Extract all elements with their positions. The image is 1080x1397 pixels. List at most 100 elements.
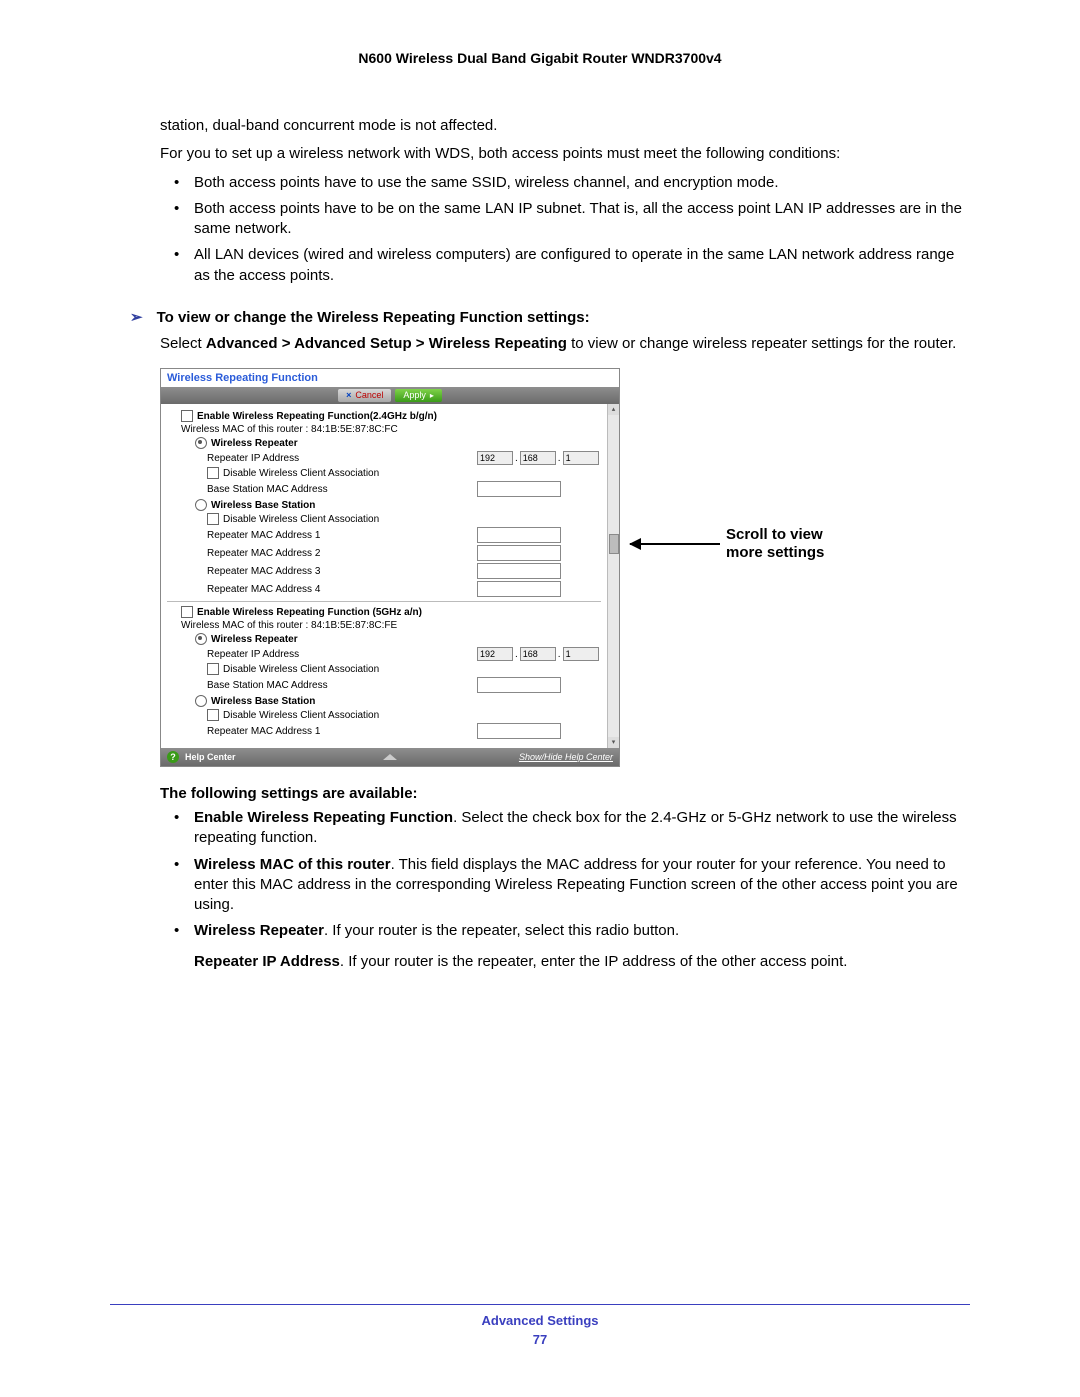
ui-title: Wireless Repeating Function — [161, 369, 619, 387]
screenshot: Wireless Repeating Function × Cancel Appl… — [160, 368, 950, 767]
condition-1: Both access points have to use the same … — [170, 173, 970, 193]
ip5-b[interactable] — [520, 647, 556, 661]
basemac-24-row: Base Station MAC Address — [167, 481, 601, 497]
footer-title: Advanced Settings — [110, 1313, 970, 1328]
rmac1-5-input[interactable] — [477, 723, 561, 739]
footer: Advanced Settings 77 — [110, 1304, 970, 1347]
disable-assoc-5a-row: Disable Wireless Client Association — [167, 663, 601, 675]
mac-5-label: Wireless MAC of this router : 84:1B:5E:8… — [181, 620, 397, 631]
help-icon[interactable]: ? — [167, 751, 179, 763]
procedure-heading-text: To view or change the Wireless Repeating… — [157, 309, 590, 326]
rmac1-24-input[interactable] — [477, 527, 561, 543]
basemac-5-label: Base Station MAC Address — [207, 680, 477, 691]
button-bar: × Cancel Apply▸ — [161, 387, 619, 404]
ip24-a[interactable] — [477, 451, 513, 465]
setting-1: Enable Wireless Repeating Function. Sele… — [170, 808, 970, 849]
settings-list: Enable Wireless Repeating Function. Sele… — [170, 808, 970, 972]
condition-2: Both access points have to be on the sam… — [170, 199, 970, 240]
cancel-label: Cancel — [355, 389, 383, 402]
ui-body: Enable Wireless Repeating Function(2.4GH… — [161, 404, 619, 748]
apply-button[interactable]: Apply▸ — [395, 389, 442, 402]
mac-5-row: Wireless MAC of this router : 84:1B:5E:8… — [167, 620, 601, 631]
cancel-button[interactable]: × Cancel — [338, 389, 391, 402]
ip5-a[interactable] — [477, 647, 513, 661]
settings-heading: The following settings are available: — [160, 785, 970, 802]
setting-2: Wireless MAC of this router. This field … — [170, 855, 970, 916]
enable-24-checkbox[interactable] — [181, 410, 193, 422]
rmac3-24-row: Repeater MAC Address 3 — [167, 563, 601, 579]
callout-text: Scroll to view more settings — [726, 526, 824, 562]
ui-panel: Wireless Repeating Function × Cancel Appl… — [160, 368, 620, 767]
disable-assoc-5a-label: Disable Wireless Client Association — [223, 664, 379, 675]
help-bar: ? Help Center Show/Hide Help Center — [161, 748, 619, 766]
disable-assoc-24b-checkbox[interactable] — [207, 513, 219, 525]
callout: Scroll to view more settings — [630, 526, 824, 562]
base-24-radio[interactable] — [195, 499, 207, 511]
scroll-area[interactable]: Enable Wireless Repeating Function(2.4GH… — [167, 408, 613, 746]
disable-assoc-5b-row: Disable Wireless Client Association — [167, 709, 601, 721]
disable-assoc-5b-checkbox[interactable] — [207, 709, 219, 721]
step-post: to view or change wireless repeater sett… — [567, 335, 956, 352]
repeater-5-label: Wireless Repeater — [211, 634, 298, 645]
procedure-heading: ➢ To view or change the Wireless Repeatin… — [130, 308, 970, 326]
rmac2-24-label: Repeater MAC Address 2 — [207, 548, 477, 559]
step-bold: Advanced > Advanced Setup > Wireless Rep… — [206, 335, 567, 352]
rmac1-5-label: Repeater MAC Address 1 — [207, 726, 477, 737]
repeater-5-row: Wireless Repeater — [167, 633, 601, 645]
enable-24-label: Enable Wireless Repeating Function(2.4GH… — [197, 411, 437, 422]
ip24-c[interactable] — [563, 451, 599, 465]
help-label[interactable]: Help Center — [185, 752, 236, 762]
rmac1-5-row: Repeater MAC Address 1 — [167, 723, 601, 739]
disable-assoc-5b-label: Disable Wireless Client Association — [223, 710, 379, 721]
callout-l2: more settings — [726, 544, 824, 561]
chevron-up-icon[interactable] — [383, 754, 397, 760]
intro-line-1: station, dual-band concurrent mode is no… — [160, 116, 970, 136]
setting-1-bold: Enable Wireless Repeating Function — [194, 809, 453, 826]
mac-24-row: Wireless MAC of this router : 84:1B:5E:8… — [167, 424, 601, 435]
chevron-down-icon[interactable]: ▾ — [608, 737, 619, 748]
conditions-list: Both access points have to use the same … — [170, 173, 970, 286]
disable-assoc-5a-checkbox[interactable] — [207, 663, 219, 675]
scrollbar[interactable]: ▴ ▾ — [607, 404, 619, 748]
enable-5-row: Enable Wireless Repeating Function (5GHz… — [167, 606, 601, 618]
show-hide-help[interactable]: Show/Hide Help Center — [519, 752, 613, 762]
repeater-ip-24-label: Repeater IP Address — [207, 453, 477, 464]
setting-3-bold: Wireless Repeater — [194, 922, 324, 939]
ip5-c[interactable] — [563, 647, 599, 661]
ip24-b[interactable] — [520, 451, 556, 465]
repeater-5-radio[interactable] — [195, 633, 207, 645]
condition-3: All LAN devices (wired and wireless comp… — [170, 245, 970, 286]
basemac-24-input[interactable] — [477, 481, 561, 497]
repeater-24-label: Wireless Repeater — [211, 438, 298, 449]
rmac2-24-input[interactable] — [477, 545, 561, 561]
rmac3-24-input[interactable] — [477, 563, 561, 579]
enable-5-label: Enable Wireless Repeating Function (5GHz… — [197, 607, 422, 618]
chevron-right-icon: ▸ — [430, 389, 434, 402]
base-5-label: Wireless Base Station — [211, 696, 315, 707]
step-pre: Select — [160, 335, 206, 352]
repeater-24-row: Wireless Repeater — [167, 437, 601, 449]
scrollbar-thumb[interactable] — [609, 534, 619, 554]
disable-assoc-24b-label: Disable Wireless Client Association — [223, 514, 379, 525]
chevron-up-icon[interactable]: ▴ — [608, 404, 619, 415]
setting-4-text: . If your router is the repeater, enter … — [340, 953, 848, 970]
enable-5-checkbox[interactable] — [181, 606, 193, 618]
disable-assoc-24a-label: Disable Wireless Client Association — [223, 468, 379, 479]
callout-l1: Scroll to view — [726, 526, 823, 543]
base-5-row: Wireless Base Station — [167, 695, 601, 707]
repeater-24-radio[interactable] — [195, 437, 207, 449]
intro-line-2: For you to set up a wireless network wit… — [160, 144, 970, 164]
close-icon: × — [346, 389, 351, 402]
base-5-radio[interactable] — [195, 695, 207, 707]
basemac-24-label: Base Station MAC Address — [207, 484, 477, 495]
page-number: 77 — [110, 1332, 970, 1347]
rmac4-24-input[interactable] — [477, 581, 561, 597]
rmac1-24-label: Repeater MAC Address 1 — [207, 530, 477, 541]
arrow-icon: ➢ — [130, 309, 143, 326]
base-24-label: Wireless Base Station — [211, 500, 315, 511]
basemac-5-input[interactable] — [477, 677, 561, 693]
mac-24-label: Wireless MAC of this router : 84:1B:5E:8… — [181, 424, 398, 435]
basemac-5-row: Base Station MAC Address — [167, 677, 601, 693]
setting-3-text: . If your router is the repeater, select… — [324, 922, 679, 939]
disable-assoc-24a-checkbox[interactable] — [207, 467, 219, 479]
